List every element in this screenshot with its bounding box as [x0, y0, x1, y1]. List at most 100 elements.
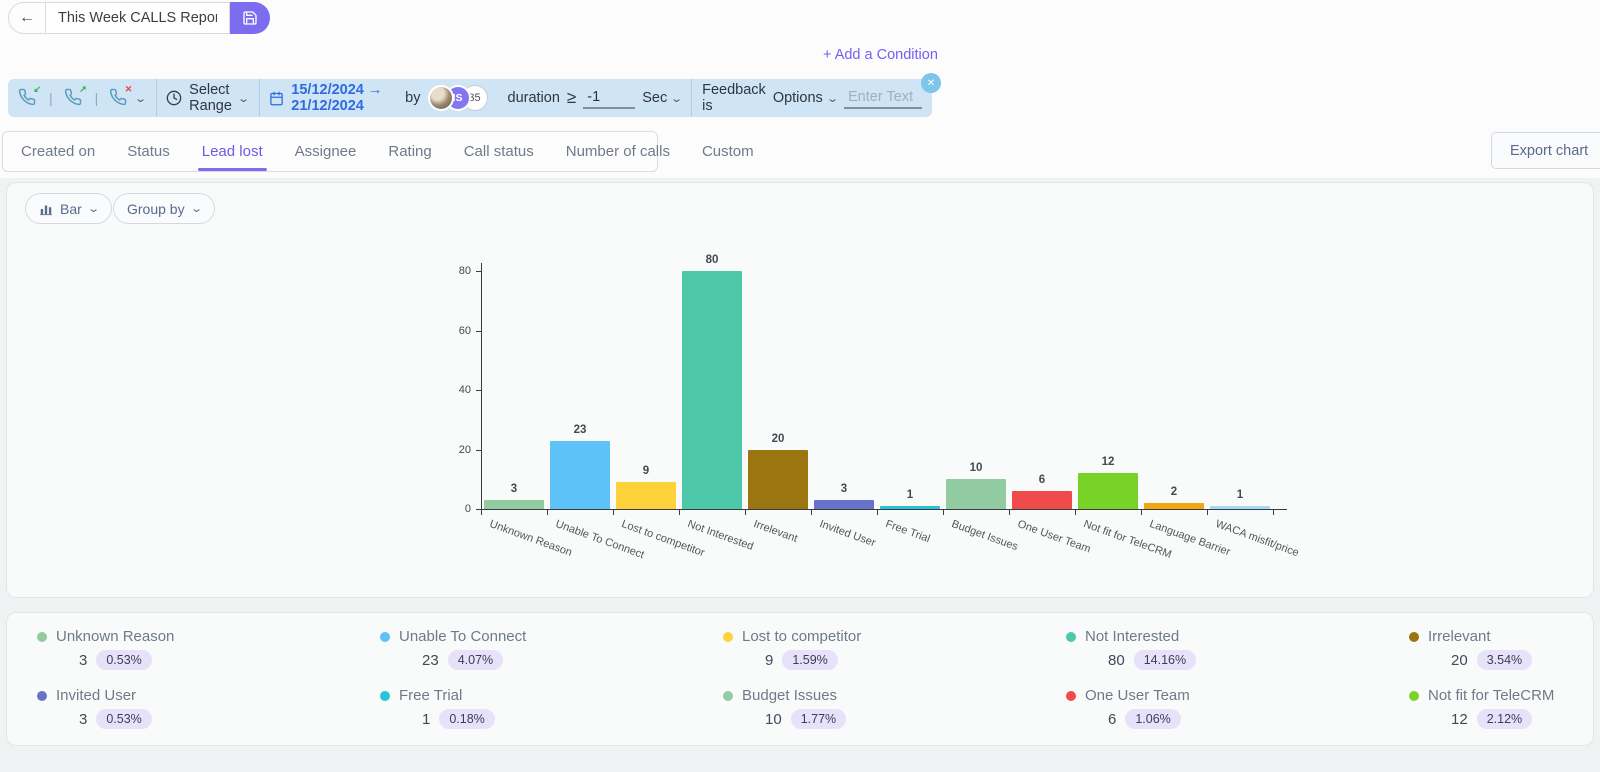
- bar-one-user-team[interactable]: [1012, 491, 1072, 509]
- bar-unable-to-connect[interactable]: [550, 440, 610, 509]
- legend-label: Budget Issues: [742, 687, 838, 704]
- bar-value-label: 3: [510, 483, 518, 496]
- tab-number-of-calls[interactable]: Number of calls: [550, 132, 686, 171]
- back-button[interactable]: ←: [8, 2, 46, 34]
- bar-invited-user[interactable]: [814, 500, 874, 509]
- legend-item-unable-to-connect[interactable]: Unable To Connect 23 4.07%: [380, 628, 723, 674]
- legend-item-invited-user[interactable]: Invited User 3 0.53%: [37, 687, 380, 733]
- y-tick-label: 60: [458, 324, 471, 337]
- report-title-input[interactable]: [46, 2, 230, 34]
- legend-label: Unknown Reason: [56, 628, 175, 645]
- legend-label: Irrelevant: [1428, 628, 1491, 645]
- bar-value-label: 10: [969, 462, 983, 475]
- options-dropdown[interactable]: Options ⌄: [773, 90, 839, 106]
- tab-assignee[interactable]: Assignee: [279, 132, 373, 171]
- bar-irrelevant[interactable]: [748, 449, 808, 509]
- legend-item-free-trial[interactable]: Free Trial 1 0.18%: [380, 687, 723, 733]
- bar-not-interested[interactable]: [682, 271, 742, 509]
- date-range-picker[interactable]: 15/12/2024 → 21/12/2024: [259, 79, 403, 117]
- legend-percent-badge: 3.54%: [1476, 650, 1533, 670]
- legend-percent-badge: 2.12%: [1476, 709, 1533, 729]
- tab-status[interactable]: Status: [111, 132, 186, 171]
- legend-item-not-fit-for-telecrm[interactable]: Not fit for TeleCRM 12 2.12%: [1409, 687, 1593, 733]
- bar-lost-to-competitor[interactable]: [616, 482, 676, 509]
- incoming-call-icon[interactable]: ↙: [18, 85, 41, 108]
- legend-color-dot: [37, 690, 47, 701]
- legend-count: 1: [422, 710, 431, 728]
- filter-bar: ↙ | ↗ | ✕ ⌄ Select Range ⌄ 15/12/2024 → …: [8, 73, 941, 117]
- legend-item-one-user-team[interactable]: One User Team 6 1.06%: [1066, 687, 1409, 733]
- legend-color-dot: [37, 631, 47, 642]
- legend-label: Invited User: [56, 687, 137, 704]
- duration-filter: duration ≥ Sec ⌄: [498, 79, 692, 117]
- date-range-value[interactable]: 15/12/2024 → 21/12/2024: [291, 82, 393, 114]
- legend-color-dot: [1066, 631, 1076, 642]
- avatar-stack[interactable]: IS 35: [427, 85, 488, 111]
- bar-free-trial[interactable]: [880, 506, 940, 509]
- tab-custom[interactable]: Custom: [686, 132, 770, 171]
- legend-item-irrelevant[interactable]: Irrelevant 20 3.54%: [1409, 628, 1593, 674]
- bar-language-barrier[interactable]: [1144, 503, 1204, 509]
- x-tick-mark: [811, 510, 812, 515]
- x-axis-category-label: Free Trial: [883, 518, 932, 546]
- x-tick-mark: [613, 510, 614, 515]
- tab-call-status[interactable]: Call status: [448, 132, 550, 171]
- legend-item-lost-to-competitor[interactable]: Lost to competitor 9 1.59%: [723, 628, 1066, 674]
- duration-label: duration: [507, 90, 560, 106]
- bar-not-fit-for-telecrm[interactable]: [1078, 473, 1138, 509]
- x-tick-mark: [745, 510, 746, 515]
- outgoing-call-icon[interactable]: ↗: [64, 85, 87, 108]
- feedback-text-input[interactable]: [844, 87, 923, 109]
- x-tick-mark: [1075, 510, 1076, 515]
- x-axis: [481, 509, 1287, 510]
- by-label: by: [405, 90, 421, 106]
- legend-item-unknown-reason[interactable]: Unknown Reason 3 0.53%: [37, 628, 380, 674]
- calendar-icon: [269, 91, 284, 106]
- legend-item-not-interested[interactable]: Not Interested 80 14.16%: [1066, 628, 1409, 674]
- bar-value-label: 1: [1236, 489, 1244, 502]
- x-tick-mark: [547, 510, 548, 515]
- legend-color-dot: [723, 631, 733, 642]
- y-tick-label: 20: [458, 443, 471, 456]
- bar-value-label: 20: [771, 432, 785, 445]
- tab-lead-lost[interactable]: Lead lost: [186, 132, 279, 171]
- export-chart-button[interactable]: Export chart: [1491, 132, 1600, 169]
- legend-percent-badge: 0.18%: [439, 709, 495, 729]
- select-range-dropdown[interactable]: Select Range ⌄: [156, 79, 258, 117]
- legend-color-dot: [380, 690, 390, 701]
- x-tick-mark: [1009, 510, 1010, 515]
- bar-unknown-reason[interactable]: [484, 500, 544, 509]
- assignee-filter[interactable]: by IS 35: [403, 79, 497, 117]
- x-tick-mark: [943, 510, 944, 515]
- x-tick-mark: [481, 510, 482, 515]
- legend-percent-badge: 0.53%: [96, 709, 152, 729]
- save-button[interactable]: [230, 2, 270, 34]
- remove-filter-button[interactable]: ✕: [921, 73, 941, 93]
- legend-count: 3: [79, 651, 88, 669]
- legend-label: Free Trial: [399, 687, 463, 704]
- legend-count: 9: [765, 651, 774, 669]
- tab-rating[interactable]: Rating: [372, 132, 447, 171]
- legend-item-budget-issues[interactable]: Budget Issues 10 1.77%: [723, 687, 1066, 733]
- select-range-label: Select Range: [189, 82, 232, 114]
- bar-waca-misfit-price[interactable]: [1210, 506, 1270, 509]
- legend-color-dot: [1409, 690, 1419, 701]
- legend-label: Not fit for TeleCRM: [1428, 687, 1555, 704]
- duration-value-input[interactable]: [583, 87, 636, 109]
- add-condition-link[interactable]: + Add a Condition: [823, 47, 938, 63]
- legend-percent-badge: 4.07%: [447, 650, 504, 670]
- bar-value-label: 2: [1170, 486, 1178, 499]
- x-axis-category-label: One User Team: [1015, 518, 1093, 556]
- chevron-down-icon[interactable]: ⌄: [134, 92, 147, 105]
- chevron-down-icon: ⌄: [670, 92, 684, 105]
- bar-value-label: 12: [1101, 456, 1115, 469]
- bar-value-label: 9: [642, 465, 650, 478]
- legend-label: One User Team: [1085, 687, 1190, 704]
- chevron-down-icon: ⌄: [825, 92, 839, 105]
- header-zone: ← + Add a Condition ↙ | ↗ |: [0, 0, 1600, 178]
- bar-budget-issues[interactable]: [946, 479, 1006, 509]
- legend-color-dot: [380, 631, 390, 642]
- missed-call-icon[interactable]: ✕: [109, 85, 132, 108]
- duration-unit-dropdown[interactable]: Sec ⌄: [642, 90, 684, 106]
- tab-created-on[interactable]: Created on: [5, 132, 111, 171]
